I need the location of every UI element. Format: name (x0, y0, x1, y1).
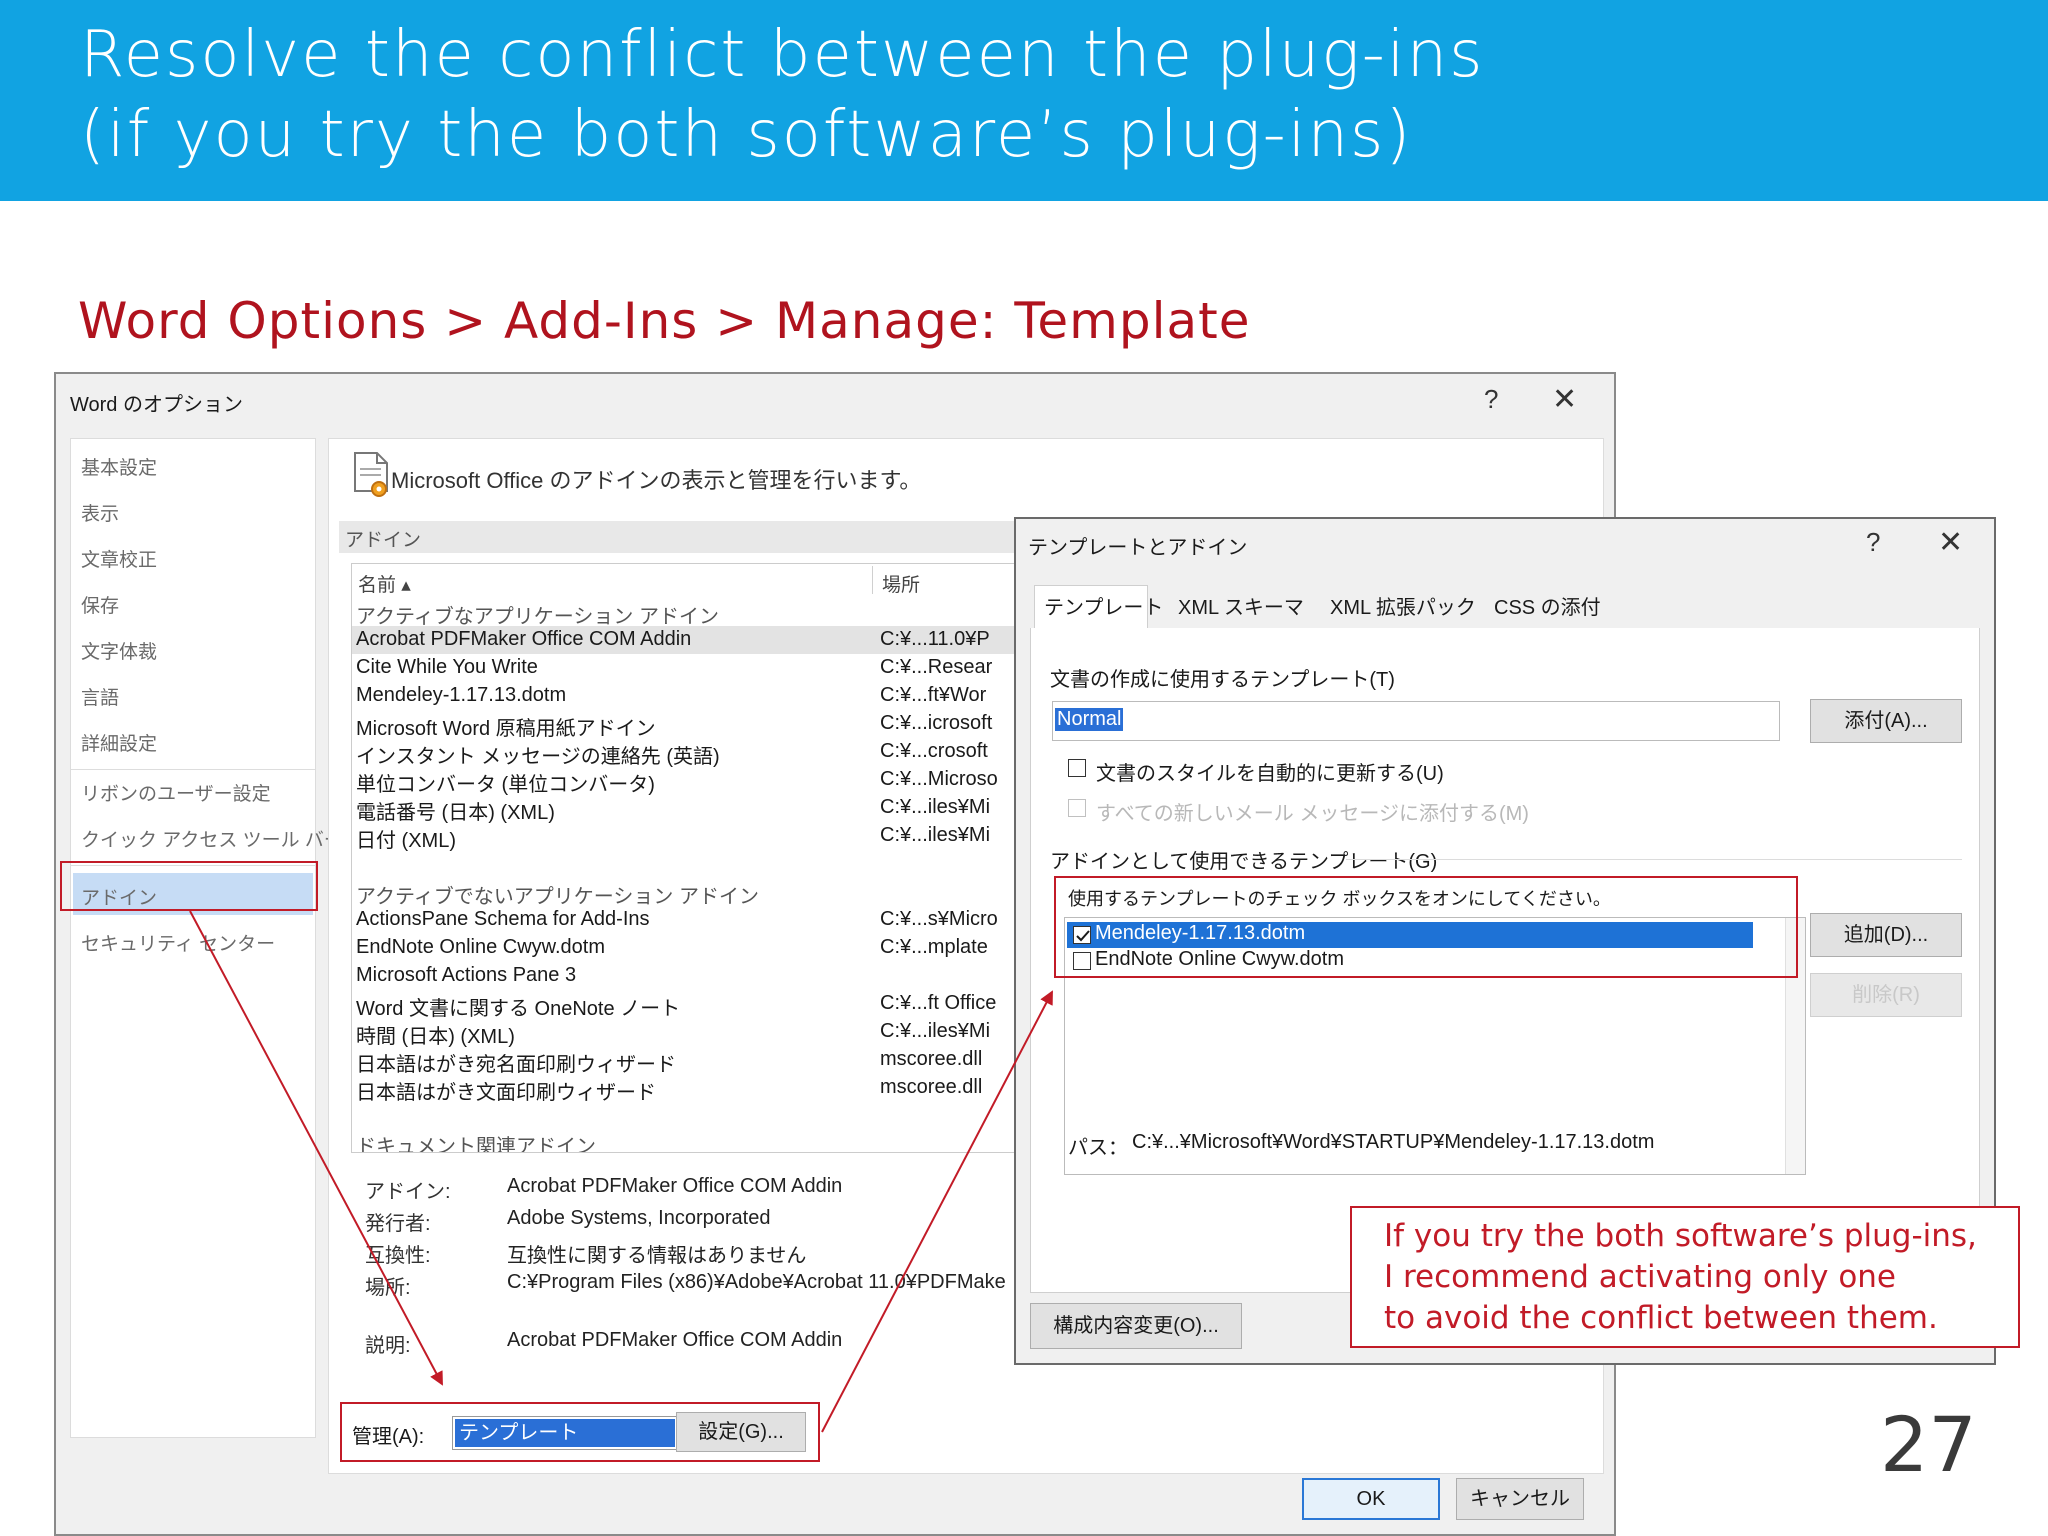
arrow-to-global-templates (821, 990, 1053, 1433)
callout-line-1: If you try the both software’s plug-ins, (1384, 1218, 1977, 1254)
callout-line-3: to avoid the conflict between them. (1384, 1300, 1938, 1336)
recommendation-callout: If you try the both software’s plug-ins,… (1350, 1206, 2020, 1348)
callout-line-2: I recommend activating only one (1384, 1259, 1896, 1295)
page-number: 27 (1880, 1400, 1977, 1489)
arrow-to-manage (189, 910, 443, 1386)
